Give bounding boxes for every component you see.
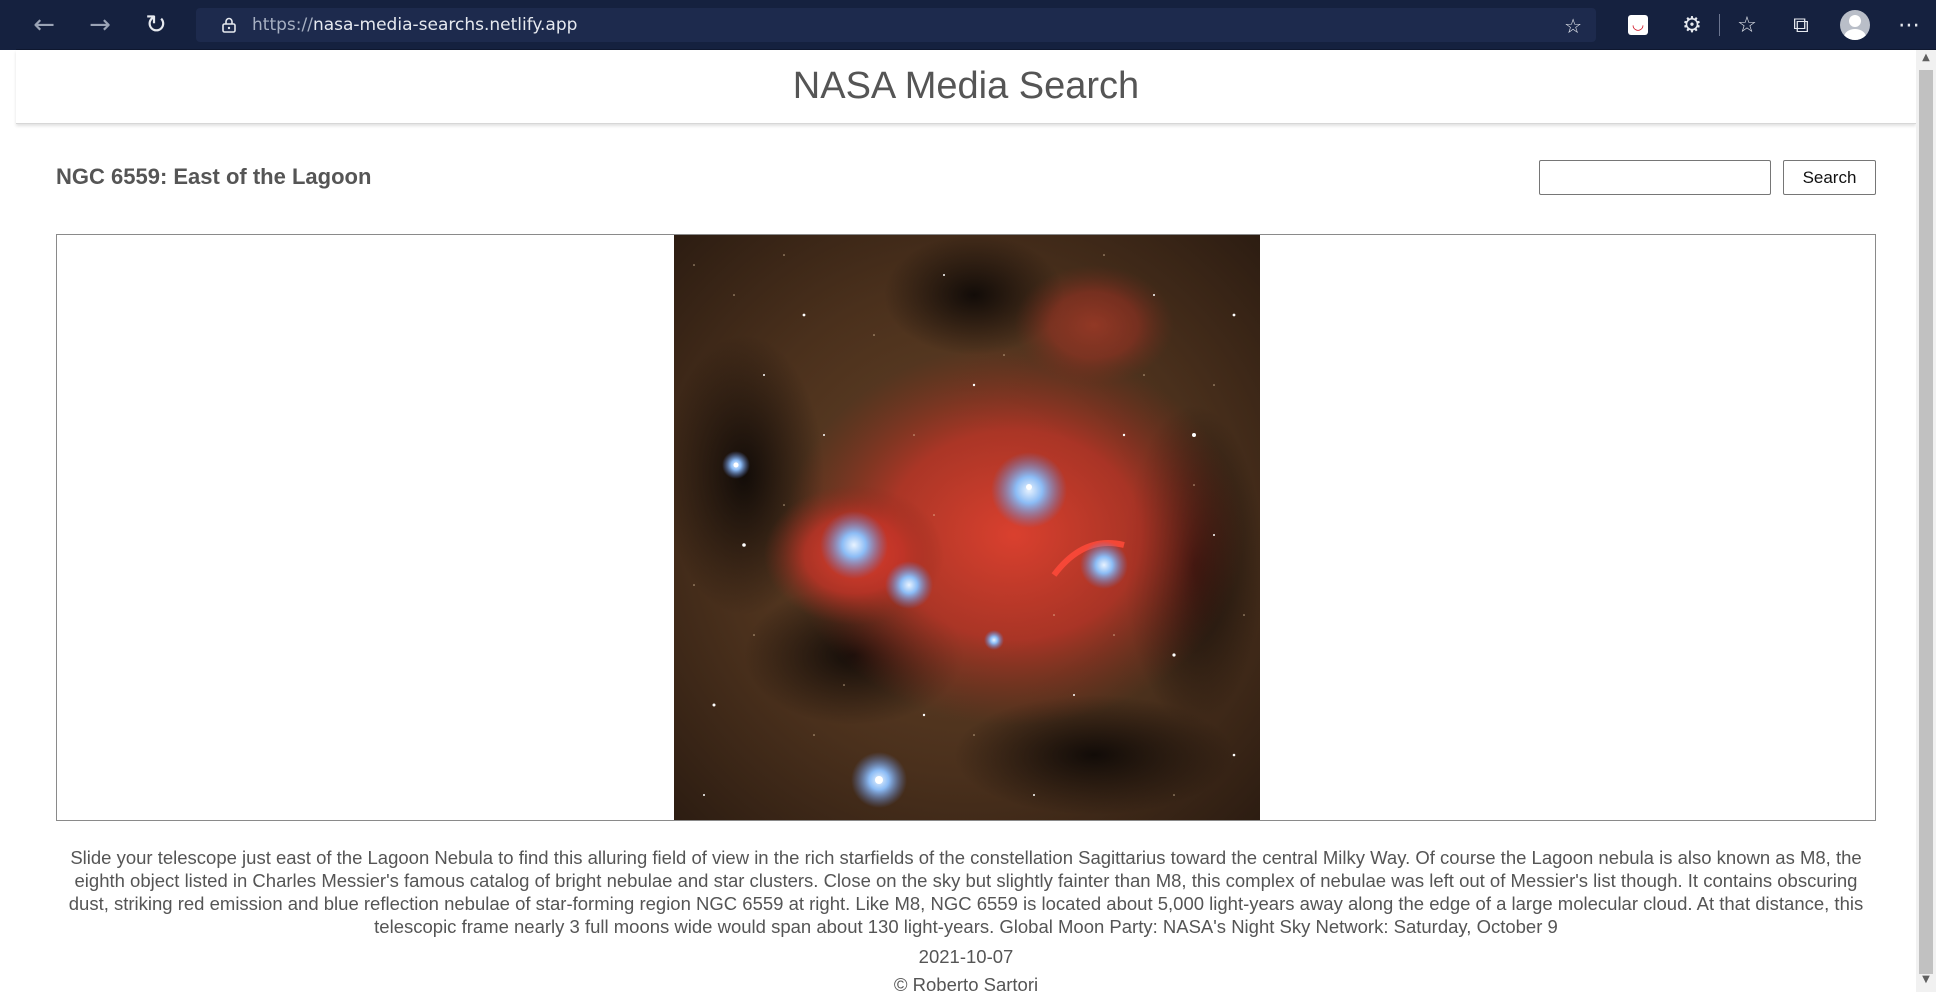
nebula-image — [674, 235, 1260, 820]
url-text: https://nasa-media-searchs.netlify.app — [252, 15, 578, 35]
address-bar[interactable]: https://nasa-media-searchs.netlify.app ☆ — [196, 8, 1596, 42]
pocket-icon[interactable]: ◡ — [1611, 0, 1665, 50]
page-content: NASA Media Search NGC 6559: East of the … — [16, 50, 1916, 995]
item-description: Slide your telescope just east of the La… — [68, 847, 1864, 937]
site-title: NASA Media Search — [792, 65, 1140, 107]
scroll-up-arrow-icon[interactable]: ▲ — [1916, 52, 1936, 68]
scroll-down-arrow-icon[interactable]: ▼ — [1916, 974, 1936, 990]
browser-toolbar: ← → ↻ https://nasa-media-searchs.netlify… — [16, 0, 1936, 50]
window-edge — [0, 0, 16, 992]
item-copyright: © Roberto Sartori — [893, 974, 1039, 995]
forward-arrow-icon[interactable]: → — [72, 0, 128, 50]
page-scrollbar[interactable]: ▲ ▼ — [1916, 50, 1936, 992]
more-icon[interactable]: ⋯ — [1882, 0, 1936, 50]
lock-icon[interactable] — [216, 17, 242, 33]
refresh-icon[interactable]: ↻ — [128, 0, 184, 50]
extensions-icon[interactable]: ⚙ — [1665, 0, 1719, 50]
image-frame — [56, 234, 1876, 821]
profile-avatar[interactable] — [1828, 0, 1882, 50]
add-favorite-icon[interactable]: ☆ — [1564, 14, 1582, 38]
item-title: NGC 6559: East of the Lagoon — [56, 164, 372, 189]
item-date: 2021-10-07 — [918, 946, 1014, 967]
scroll-thumb[interactable] — [1919, 70, 1933, 974]
collections-icon[interactable]: ⧉ — [1774, 0, 1828, 50]
search-input[interactable] — [1539, 160, 1771, 195]
search-button[interactable]: Search — [1783, 160, 1876, 195]
favorites-icon[interactable]: ☆ — [1720, 0, 1774, 50]
title-search-row: NGC 6559: East of the Lagoon Search — [56, 160, 1876, 200]
browser-extension-icons: ◡ ⚙ ☆ ⧉ ⋯ — [1611, 0, 1936, 50]
back-arrow-icon[interactable]: ← — [16, 0, 72, 50]
site-header: NASA Media Search — [16, 50, 1916, 124]
